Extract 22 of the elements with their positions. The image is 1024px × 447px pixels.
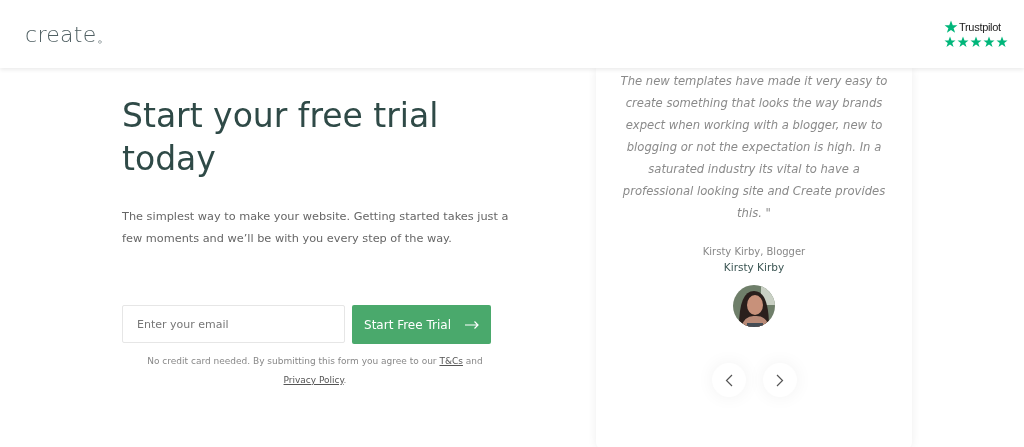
star-icon	[970, 36, 982, 48]
star-icon	[983, 36, 995, 48]
star-icon	[957, 36, 969, 48]
page-title: Start your free trial today	[122, 95, 440, 180]
privacy-link[interactable]: Privacy Policy	[283, 375, 344, 385]
testimonial-quote: The new templates have made it very easy to create something that looks the way brands expect when working with a blogger, new to blogging or not the expectation is high. In a saturated industry its vital to have a professional looking site and Create provides this. "	[619, 73, 889, 222]
star-icon	[996, 36, 1008, 48]
star-icon	[944, 20, 958, 34]
star-icon	[944, 36, 956, 48]
arrow-icon	[464, 320, 479, 329]
author-name: Kirsty Kirby	[723, 261, 785, 273]
rating-brand: Trustpilot	[959, 21, 1001, 33]
author-role: Kirsty Kirby, Blogger	[702, 246, 806, 257]
disclaimer-text: No credit card needed. By submitting this form you agree to our T&Cs and Privacy Policy.	[146, 355, 484, 387]
subtitle: The simplest way to make your website. Getting started takes just a few moments and we’ll be with you every step of the way.	[122, 209, 510, 247]
email-field[interactable]: Enter your email	[122, 305, 345, 343]
next-button[interactable]	[762, 363, 797, 397]
chevron-left-icon	[724, 373, 733, 387]
logo[interactable]: create。	[25, 21, 111, 47]
chevron-right-icon	[775, 373, 784, 387]
previous-button[interactable]	[711, 363, 746, 397]
terms-link[interactable]: T&Cs	[439, 356, 463, 366]
